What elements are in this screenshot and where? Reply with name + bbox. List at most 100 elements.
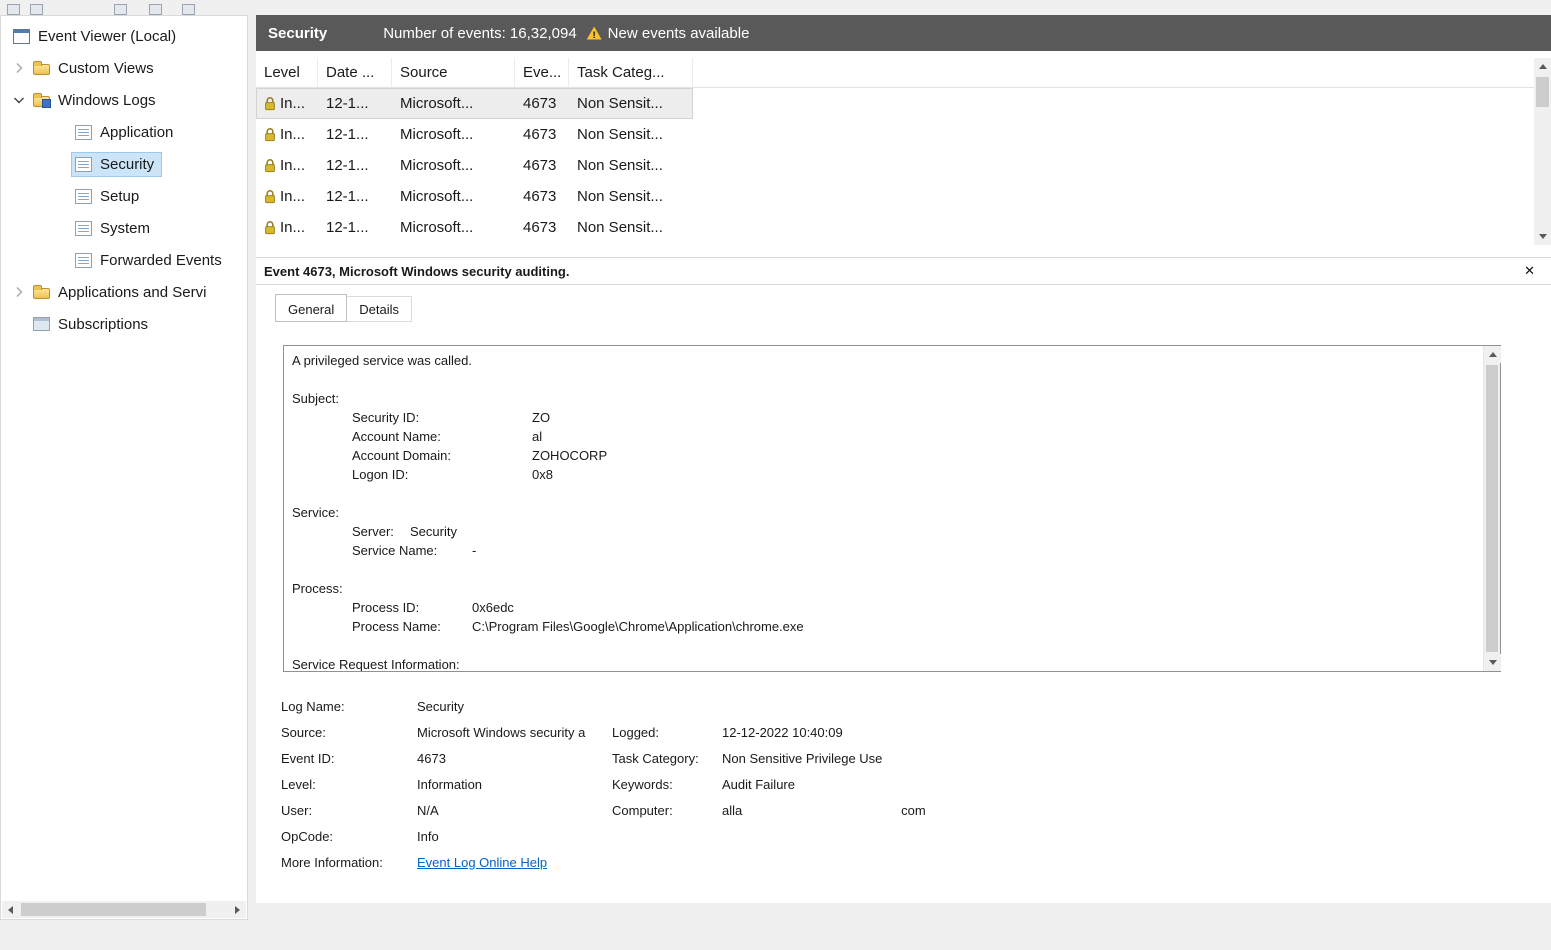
description-field-label: Logon ID: [352, 465, 532, 484]
event-row[interactable]: In...12-1...Microsoft...4673Non Sensit..… [256, 181, 693, 212]
description-field-value: ZO [532, 408, 550, 427]
detail-field-row: More Information:Event Log Online Help [281, 849, 1511, 875]
sidebar-horizontal-scrollbar[interactable] [2, 901, 246, 918]
sidebar-item-windows-logs[interactable]: Windows Logs [1, 84, 247, 116]
column-header-source[interactable]: Source [392, 58, 515, 88]
scroll-up-arrow-icon [1539, 64, 1547, 69]
field-label: Task Category: [612, 751, 722, 766]
warning-icon: ! [587, 27, 602, 40]
description-line: Logon ID:0x8 [292, 465, 1475, 484]
scroll-up-button[interactable] [1534, 58, 1551, 75]
event-row[interactable]: In...12-1...Microsoft...4673Non Sensit..… [256, 212, 693, 243]
field-value: Non Sensitive Privilege Use [722, 751, 1511, 766]
log-icon [75, 157, 92, 172]
column-header-task-categ[interactable]: Task Categ... [569, 58, 693, 88]
log-icon [75, 221, 92, 236]
sidebar-item-security[interactable]: Security [1, 148, 247, 180]
source-cell: Microsoft... [392, 181, 515, 212]
sidebar-item-system[interactable]: System [1, 212, 247, 244]
description-line: Service Request Information: [292, 655, 1475, 671]
event-list-scrollbar[interactable] [1534, 58, 1551, 245]
log-icon [75, 189, 92, 204]
level-cell: In... [256, 150, 318, 181]
event-id-cell: 4673 [515, 150, 569, 181]
chevron-spacer [53, 220, 69, 236]
field-label: Log Name: [281, 699, 417, 714]
task-category-cell: Non Sensit... [569, 181, 693, 212]
forward-icon[interactable] [30, 4, 43, 15]
source-cell: Microsoft... [392, 119, 515, 150]
field-value: Microsoft Windows security a [417, 725, 612, 740]
sidebar-item-application[interactable]: Application [1, 116, 247, 148]
column-header-date[interactable]: Date ... [318, 58, 392, 88]
list-title-bar: Security Number of events: 16,32,094 ! N… [256, 15, 1551, 51]
close-icon[interactable]: ✕ [1524, 263, 1535, 279]
event-row[interactable]: In...12-1...Microsoft...4673Non Sensit..… [256, 150, 693, 181]
sidebar-item-subscriptions[interactable]: Subscriptions [1, 308, 247, 340]
description-field-value: 0x8 [532, 465, 553, 484]
field-label: Computer: [612, 803, 722, 818]
event-id-cell: 4673 [515, 119, 569, 150]
tab-general[interactable]: General [275, 294, 347, 322]
sidebar-item-forwarded-events[interactable]: Forwarded Events [1, 244, 247, 276]
tree-item-core: Windows Logs [29, 88, 164, 113]
field-label: Level: [281, 777, 417, 792]
detail-fields: Log Name:SecuritySource:Microsoft Window… [281, 693, 1511, 875]
tree-item-core: Security [71, 152, 162, 177]
chevron-right-icon[interactable] [11, 60, 27, 76]
tab-details[interactable]: Details [346, 296, 412, 322]
scroll-right-button[interactable] [229, 901, 246, 918]
scroll-down-button[interactable] [1534, 228, 1551, 245]
toolbar-icon[interactable] [114, 4, 127, 15]
sidebar-item-setup[interactable]: Setup [1, 180, 247, 212]
detail-field-row: OpCode:Info [281, 823, 1511, 849]
sidebar-item-applications-and-servi[interactable]: Applications and Servi [1, 276, 247, 308]
scroll-down-button[interactable] [1484, 654, 1501, 671]
description-scrollbar[interactable] [1483, 346, 1500, 671]
date-cell: 12-1... [318, 212, 392, 243]
scroll-left-button[interactable] [2, 901, 19, 918]
sidebar-item-custom-views[interactable]: Custom Views [1, 52, 247, 84]
description-line: Service: [292, 503, 1475, 522]
scrollbar-track[interactable] [19, 901, 229, 918]
event-row[interactable]: In...12-1...Microsoft...4673Non Sensit..… [256, 119, 693, 150]
detail-field-row: User:N/AComputer:alla com [281, 797, 1511, 823]
field-value: alla com [722, 803, 1511, 818]
scroll-left-arrow-icon [8, 906, 13, 914]
column-header-eve[interactable]: Eve... [515, 58, 569, 88]
event-table-header: LevelDate ...SourceEve...Task Categ... [256, 58, 1534, 88]
description-line [292, 484, 1475, 503]
event-log-online-help-link[interactable]: Event Log Online Help [417, 855, 547, 870]
chevron-down-icon[interactable] [11, 92, 27, 108]
scrollbar-thumb[interactable] [1536, 77, 1549, 107]
scrollbar-track[interactable] [1534, 75, 1551, 228]
back-icon[interactable] [7, 4, 20, 15]
help-icon[interactable] [182, 4, 195, 15]
scroll-up-button[interactable] [1484, 346, 1501, 363]
toolbar-icon[interactable] [149, 4, 162, 15]
folder-apps-icon [33, 288, 50, 299]
chevron-spacer [53, 188, 69, 204]
sidebar-item-event-viewer-local[interactable]: Event Viewer (Local) [1, 20, 247, 52]
event-id-cell: 4673 [515, 212, 569, 243]
description-field-value: C:\Program Files\Google\Chrome\Applicati… [472, 617, 804, 636]
event-row[interactable]: In...12-1...Microsoft...4673Non Sensit..… [256, 88, 693, 119]
column-header-level[interactable]: Level [256, 58, 318, 88]
field-value: 12-12-2022 10:40:09 [722, 725, 1511, 740]
sidebar-item-label: Setup [100, 188, 139, 205]
scrollbar-thumb[interactable] [21, 903, 206, 916]
scrollbar-track[interactable] [1484, 363, 1500, 654]
chevron-right-icon[interactable] [11, 284, 27, 300]
date-cell: 12-1... [318, 150, 392, 181]
level-cell: In... [256, 212, 318, 243]
lock-icon [264, 127, 276, 142]
description-field-value: 0x6edc [472, 598, 514, 617]
field-value: Info [417, 829, 612, 844]
scrollbar-thumb[interactable] [1486, 365, 1498, 652]
level-cell: In... [256, 88, 318, 119]
folder-views-icon [33, 64, 50, 75]
detail-field-row: Level:InformationKeywords:Audit Failure [281, 771, 1511, 797]
sidebar-item-label: Custom Views [58, 60, 154, 77]
description-field-label: Server: [352, 522, 410, 541]
sidebar-item-label: Application [100, 124, 173, 141]
